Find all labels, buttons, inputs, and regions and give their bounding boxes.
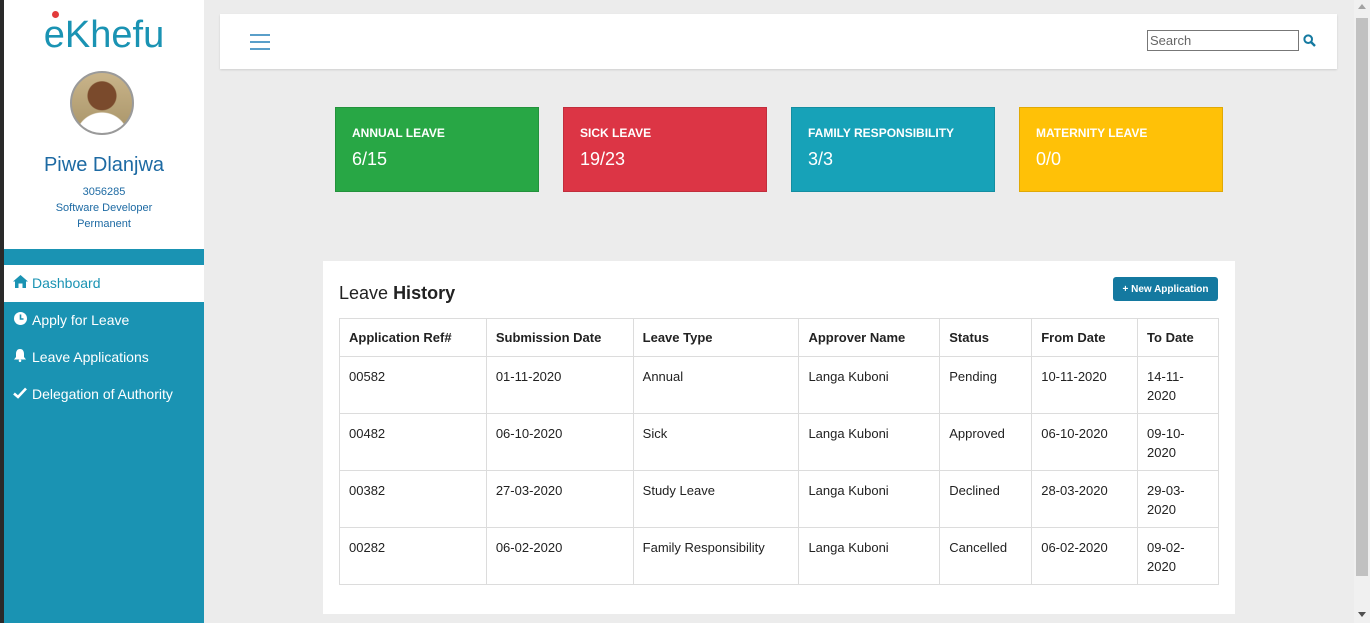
card-title: SICK LEAVE <box>580 126 652 140</box>
employee-number: 3056285 <box>82 186 126 198</box>
sidebar-divider <box>4 249 204 265</box>
clock-icon <box>12 302 28 339</box>
cell-status: Declined <box>939 470 1033 528</box>
top-bar <box>220 14 1337 69</box>
sidebar: e Khefu Piwe Dlanjwa 3056285 Software Dev… <box>4 0 204 623</box>
scroll-down-icon[interactable] <box>1358 612 1366 617</box>
cell-ref: 00382 <box>339 470 487 528</box>
sidebar-item-dashboard[interactable]: Dashboard <box>4 265 204 302</box>
avatar <box>70 71 134 135</box>
cell-submission-date: 06-02-2020 <box>485 527 634 585</box>
sidebar-item-label: Delegation of Authority <box>32 386 173 402</box>
cell-from-date: 06-02-2020 <box>1031 527 1139 585</box>
column-header[interactable]: Status <box>939 318 1033 357</box>
sidebar-item-apply-leave[interactable]: Apply for Leave <box>4 302 204 339</box>
scroll-up-icon[interactable] <box>1358 4 1366 9</box>
hamburger-icon[interactable] <box>250 34 270 50</box>
cell-from-date: 28-03-2020 <box>1031 470 1139 528</box>
table-row[interactable]: 00382 27-03-2020 Study Leave Langa Kubon… <box>339 470 1219 528</box>
sidebar-item-label: Apply for Leave <box>32 312 130 328</box>
column-header[interactable]: Leave Type <box>632 318 800 357</box>
column-header[interactable]: To Date <box>1137 318 1219 357</box>
app-logo[interactable]: e Khefu <box>24 11 184 56</box>
profile-panel: e Khefu Piwe Dlanjwa 3056285 Software Dev… <box>4 0 204 249</box>
card-sick-leave: SICK LEAVE 19/23 <box>563 107 767 192</box>
cell-approver: Langa Kuboni <box>798 356 941 414</box>
cell-status: Cancelled <box>939 527 1033 585</box>
leave-history-panel: Leave History + New Application Applicat… <box>323 261 1235 614</box>
home-icon <box>12 265 28 302</box>
card-value: 3/3 <box>808 149 834 169</box>
column-header[interactable]: Submission Date <box>485 318 634 357</box>
cell-leave-type: Sick <box>632 413 800 471</box>
card-family-responsibility: FAMILY RESPONSIBILITY 3/3 <box>791 107 995 192</box>
column-header[interactable]: Approver Name <box>798 318 941 357</box>
profile-name: Piwe Dlanjwa <box>43 154 165 176</box>
search-icon[interactable] <box>1303 34 1317 48</box>
card-title: FAMILY RESPONSIBILITY <box>808 126 955 140</box>
cell-ref: 00482 <box>339 413 487 471</box>
leave-history-table: Application Ref# Submission Date Leave T… <box>339 318 1219 585</box>
sidebar-item-label: Leave Applications <box>32 349 149 365</box>
logo-rest: Khefu <box>64 14 165 56</box>
card-maternity-leave: MATERNITY LEAVE 0/0 <box>1019 107 1223 192</box>
cell-leave-type: Study Leave <box>632 470 800 528</box>
search-input[interactable] <box>1147 30 1299 51</box>
cell-submission-date: 27-03-2020 <box>485 470 634 528</box>
cell-to-date: 09-10-2020 <box>1137 413 1219 471</box>
cell-to-date: 14-11-2020 <box>1137 356 1219 414</box>
cell-from-date: 10-11-2020 <box>1031 356 1139 414</box>
card-title: ANNUAL LEAVE <box>352 126 445 140</box>
employment-type: Permanent <box>77 218 131 230</box>
cell-submission-date: 01-11-2020 <box>485 356 634 414</box>
cell-to-date: 29-03-2020 <box>1137 470 1219 528</box>
table-row[interactable]: 00482 06-10-2020 Sick Langa Kuboni Appro… <box>339 413 1219 471</box>
cell-submission-date: 06-10-2020 <box>485 413 634 471</box>
card-value: 0/0 <box>1036 149 1062 169</box>
new-application-button[interactable]: + New Application <box>1113 277 1218 301</box>
panel-title: Leave History <box>339 283 455 304</box>
sidebar-item-leave-applications[interactable]: Leave Applications <box>4 339 204 376</box>
cell-from-date: 06-10-2020 <box>1031 413 1139 471</box>
table-row[interactable]: 00582 01-11-2020 Annual Langa Kuboni Pen… <box>339 356 1219 414</box>
card-title: MATERNITY LEAVE <box>1036 126 1148 140</box>
cell-leave-type: Annual <box>632 356 800 414</box>
cell-status: Pending <box>939 356 1033 414</box>
job-title: Software Developer <box>55 202 153 214</box>
cell-leave-type: Family Responsibility <box>632 527 800 585</box>
panel-title-bold: History <box>393 283 456 303</box>
table-row[interactable]: 00282 06-02-2020 Family Responsibility L… <box>339 527 1219 585</box>
panel-title-prefix: Leave <box>339 283 389 303</box>
cell-approver: Langa Kuboni <box>798 527 941 585</box>
card-value: 6/15 <box>352 149 388 169</box>
bell-icon <box>12 339 28 376</box>
column-header[interactable]: Application Ref# <box>339 318 487 357</box>
check-icon <box>12 376 28 413</box>
sidebar-item-delegation[interactable]: Delegation of Authority <box>4 376 204 413</box>
cell-approver: Langa Kuboni <box>798 470 941 528</box>
card-value: 19/23 <box>580 149 626 169</box>
cell-status: Approved <box>939 413 1033 471</box>
cell-to-date: 09-02-2020 <box>1137 527 1219 585</box>
card-annual-leave: ANNUAL LEAVE 6/15 <box>335 107 539 192</box>
cell-ref: 00282 <box>339 527 487 585</box>
cell-approver: Langa Kuboni <box>798 413 941 471</box>
sidebar-item-label: Dashboard <box>32 275 101 291</box>
table-header-row: Application Ref# Submission Date Leave T… <box>339 318 1219 357</box>
column-header[interactable]: From Date <box>1031 318 1139 357</box>
cell-ref: 00582 <box>339 356 487 414</box>
scrollbar-thumb[interactable] <box>1356 18 1368 576</box>
